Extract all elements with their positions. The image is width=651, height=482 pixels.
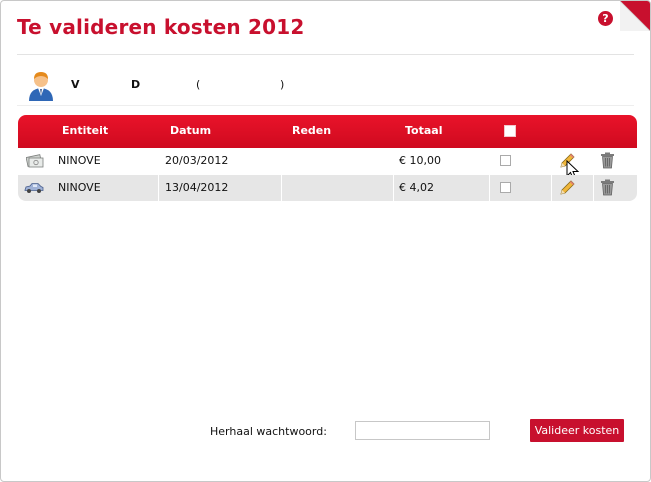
- validate-costs-button[interactable]: Valideer kosten: [530, 419, 624, 442]
- column-divider: [158, 175, 159, 201]
- password-input[interactable]: [355, 421, 490, 440]
- user-avatar-icon: [29, 72, 53, 101]
- user-paren-close: ): [280, 78, 285, 91]
- column-divider: [393, 175, 394, 201]
- table-header: Entiteit Datum Reden Totaal: [18, 115, 637, 148]
- column-header-totaal[interactable]: Totaal: [405, 124, 442, 137]
- cell-totaal: € 10,00: [399, 154, 441, 167]
- user-field-d: D: [131, 78, 141, 91]
- cell-entiteit: NINOVE: [58, 154, 101, 167]
- row-checkbox[interactable]: [500, 182, 511, 193]
- modal-window: Te valideren kosten 2012 ? V D ( ) Entit…: [0, 0, 651, 482]
- header-divider: [17, 54, 634, 55]
- select-all-checkbox[interactable]: [504, 125, 516, 137]
- page-title: Te valideren kosten 2012: [17, 15, 305, 39]
- help-icon[interactable]: ?: [598, 11, 613, 26]
- row-checkbox[interactable]: [500, 155, 511, 166]
- user-field-v: V: [71, 78, 80, 91]
- column-divider: [489, 175, 490, 201]
- user-paren-open: (: [196, 78, 201, 91]
- money-icon: [26, 154, 44, 168]
- car-icon: [24, 183, 44, 193]
- column-header-entiteit[interactable]: Entiteit: [62, 124, 108, 137]
- column-header-reden[interactable]: Reden: [292, 124, 331, 137]
- user-divider: [17, 105, 634, 106]
- password-label: Herhaal wachtwoord:: [210, 425, 327, 438]
- delete-trash-icon[interactable]: [600, 152, 615, 169]
- cell-datum: 20/03/2012: [165, 154, 229, 167]
- cell-totaal: € 4,02: [399, 181, 434, 194]
- column-divider: [593, 175, 594, 201]
- table-row: NINOVE 13/04/2012 € 4,02: [18, 175, 637, 201]
- table-row: NINOVE 20/03/2012 € 10,00: [18, 148, 637, 180]
- page-curl-icon: [620, 1, 650, 31]
- column-divider: [281, 175, 282, 201]
- column-divider: [551, 175, 552, 201]
- cell-datum: 13/04/2012: [165, 181, 229, 194]
- column-header-datum[interactable]: Datum: [170, 124, 211, 137]
- edit-pencil-icon[interactable]: [558, 179, 576, 197]
- delete-trash-icon[interactable]: [600, 179, 615, 196]
- cell-entiteit: NINOVE: [58, 181, 101, 194]
